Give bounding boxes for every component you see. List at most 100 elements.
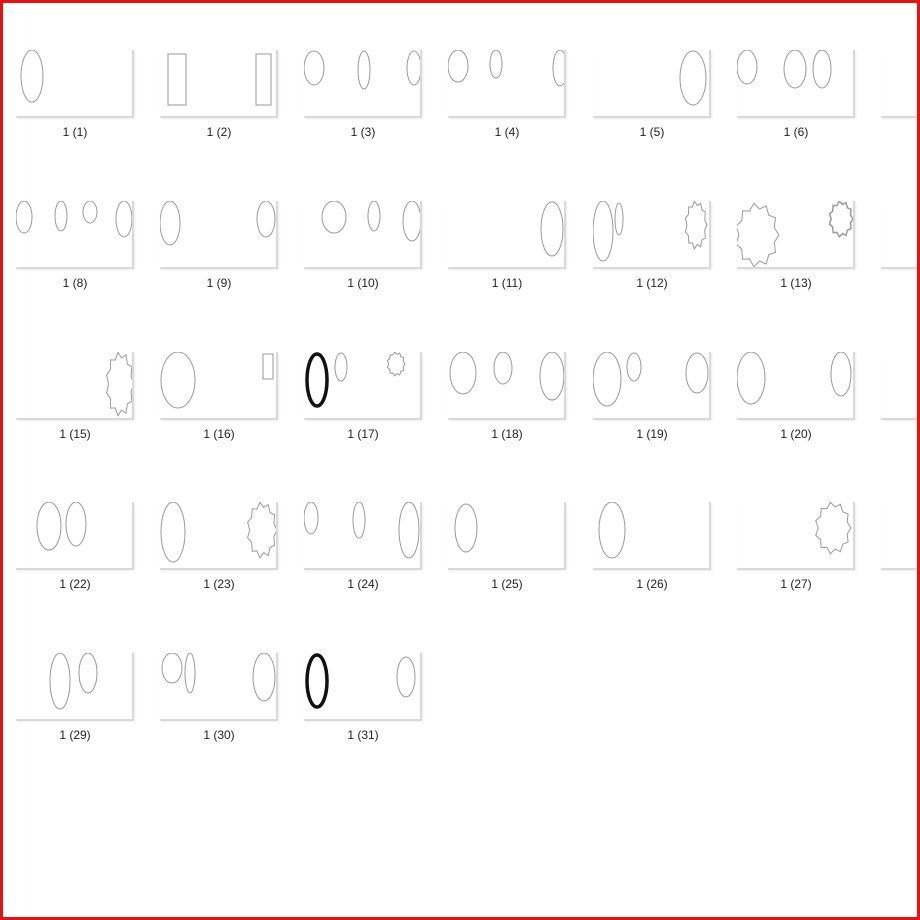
thumbnail-preview[interactable] (448, 352, 566, 420)
thumbnail-preview[interactable] (304, 352, 422, 420)
file-thumbnail-item[interactable]: 1 (26) (593, 502, 711, 597)
ellipse-shape (540, 201, 564, 257)
thumbnail-preview[interactable] (304, 502, 422, 570)
rectangle-shape (255, 53, 272, 106)
file-thumbnail-item[interactable]: 1 (2) (160, 50, 278, 145)
thumbnail-preview[interactable] (881, 352, 917, 420)
ellipse-shape (304, 50, 325, 86)
thumbnail-drawing (49, 653, 98, 710)
file-thumbnail-item[interactable]: 1 (30) (160, 653, 278, 748)
file-thumbnail-item[interactable]: 1 (4) (448, 50, 566, 145)
thumbnail-preview[interactable] (593, 502, 711, 570)
thumbnail-preview[interactable] (593, 352, 711, 420)
rectangle-shape (167, 53, 187, 106)
ellipse-shape (252, 653, 276, 702)
file-thumbnail-item[interactable]: 1 (16) (160, 352, 278, 447)
file-thumbnail-item[interactable]: 1 (11) (448, 201, 566, 296)
thumbnail-preview[interactable] (448, 50, 566, 118)
ellipse-shape (812, 50, 832, 89)
ellipse-shape (493, 352, 513, 385)
ellipse-shape (334, 352, 348, 382)
thumbnail-preview[interactable] (737, 502, 855, 570)
thumbnail-preview[interactable] (881, 50, 917, 118)
ellipse-shape (65, 502, 87, 547)
file-thumbnail-item[interactable]: 1 (29) (16, 653, 134, 748)
file-thumbnail-item[interactable]: 1 (13) (737, 201, 855, 296)
file-thumbnail-item[interactable] (881, 50, 917, 145)
thumbnail-drawing (737, 50, 832, 89)
thumbnail-drawing (304, 50, 420, 90)
file-name-label: 1 (30) (203, 728, 235, 742)
thumbnail-preview[interactable] (16, 201, 134, 269)
file-thumbnail-item[interactable]: 1 (5) (593, 50, 711, 145)
file-thumbnail-item[interactable]: 1 (6) (737, 50, 855, 145)
ellipse-shape (685, 352, 709, 394)
file-thumbnail-item[interactable] (881, 201, 917, 296)
file-thumbnail-item[interactable]: 1 (10) (304, 201, 422, 296)
file-name-label: 1 (27) (780, 577, 812, 591)
file-name-label: 1 (29) (59, 728, 91, 742)
ellipse-shape (305, 352, 329, 408)
ellipse-shape (357, 50, 371, 90)
thumbnail-preview[interactable] (881, 201, 917, 269)
file-thumbnail-item[interactable]: 1 (20) (737, 352, 855, 447)
thumbnail-preview[interactable] (304, 653, 422, 721)
thumbnail-preview[interactable] (304, 50, 422, 118)
thumbnail-preview[interactable] (737, 352, 855, 420)
thumbnail-preview[interactable] (737, 50, 855, 118)
file-thumbnail-item[interactable]: 1 (31) (304, 653, 422, 748)
thumbnail-preview[interactable] (16, 352, 134, 420)
thumbnail-preview[interactable] (448, 502, 566, 570)
file-thumbnail-item[interactable]: 1 (9) (160, 201, 278, 296)
file-thumbnail-item[interactable]: 1 (18) (448, 352, 566, 447)
thumbnail-preview[interactable] (16, 502, 134, 570)
ellipse-shape (737, 50, 758, 85)
file-thumbnail-item[interactable] (881, 502, 917, 597)
file-thumbnail-item[interactable]: 1 (23) (160, 502, 278, 597)
file-thumbnail-item[interactable]: 1 (24) (304, 502, 422, 597)
file-thumbnail-item[interactable]: 1 (12) (593, 201, 711, 296)
file-name-label: 1 (13) (780, 276, 812, 290)
ellipse-shape (398, 502, 420, 559)
file-name-label: 1 (20) (780, 427, 812, 441)
file-thumbnail-item[interactable] (881, 352, 917, 447)
ellipse-shape (593, 352, 622, 407)
file-name-label: 1 (26) (636, 577, 668, 591)
thumbnail-preview[interactable] (737, 201, 855, 269)
ellipse-shape (367, 201, 381, 232)
thumbnail-drawing (305, 352, 406, 408)
ellipse-shape (54, 201, 68, 232)
thumbnail-preview[interactable] (160, 50, 278, 118)
thumbnail-preview[interactable] (16, 653, 134, 721)
file-thumbnail-item[interactable]: 1 (3) (304, 50, 422, 145)
file-name-label: 1 (23) (203, 577, 235, 591)
thumbnail-preview[interactable] (304, 201, 422, 269)
window-frame: 1 (1) 1 (2) 1 (3) 1 (4) 1 (5) 1 (6) 1 (8) 1 (9)… (0, 0, 920, 920)
thumbnail-preview[interactable] (881, 502, 917, 570)
thumbnail-preview[interactable] (160, 352, 278, 420)
thumbnail-drawing (679, 50, 707, 106)
file-grid: 1 (1) 1 (2) 1 (3) 1 (4) 1 (5) 1 (6) 1 (8) 1 (9)… (3, 3, 917, 917)
file-name-label: 1 (4) (494, 125, 520, 139)
file-thumbnail-item[interactable]: 1 (27) (737, 502, 855, 597)
file-thumbnail-item[interactable]: 1 (1) (16, 50, 134, 145)
ellipse-shape (448, 50, 469, 83)
thumbnail-preview[interactable] (16, 50, 134, 118)
jagged-shape (815, 502, 852, 555)
thumbnail-preview[interactable] (160, 653, 278, 721)
ellipse-shape (449, 352, 477, 395)
ellipse-shape (161, 653, 183, 684)
file-thumbnail-item[interactable]: 1 (19) (593, 352, 711, 447)
file-thumbnail-item[interactable]: 1 (8) (16, 201, 134, 296)
thumbnail-preview[interactable] (593, 201, 711, 269)
thumbnail-preview[interactable] (593, 50, 711, 118)
file-thumbnail-item[interactable]: 1 (22) (16, 502, 134, 597)
thumbnail-drawing (167, 53, 272, 106)
thumbnail-preview[interactable] (160, 502, 278, 570)
file-thumbnail-item[interactable]: 1 (17) (304, 352, 422, 447)
thumbnail-drawing (106, 352, 132, 417)
thumbnail-preview[interactable] (160, 201, 278, 269)
file-thumbnail-item[interactable]: 1 (15) (16, 352, 134, 447)
thumbnail-preview[interactable] (448, 201, 566, 269)
file-thumbnail-item[interactable]: 1 (25) (448, 502, 566, 597)
